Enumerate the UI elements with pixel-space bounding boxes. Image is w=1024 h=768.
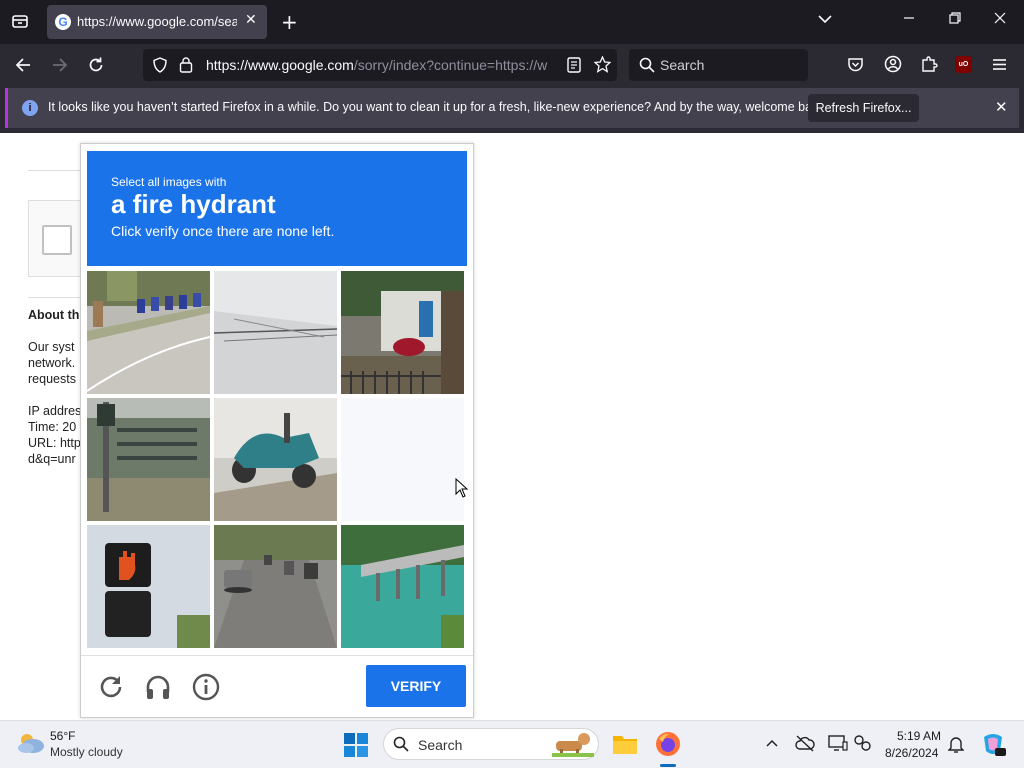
captcha-tile-8[interactable] [214,525,337,648]
page-text-line: Time: 20 [28,420,77,434]
close-window-icon[interactable] [993,10,1007,30]
back-icon[interactable] [14,56,32,78]
search-bar[interactable]: Search [629,49,808,81]
page-text-line: Our syst [28,340,75,354]
mouse-cursor-icon [455,477,469,502]
onedrive-offline-icon[interactable] [795,734,815,756]
recaptcha-checkbox[interactable] [42,225,72,255]
tab-bar: G https://www.google.com/search ✕ + [0,0,1024,44]
captcha-tile-1[interactable] [87,271,210,394]
captcha-tile-9[interactable] [341,525,464,648]
verify-button[interactable]: VERIFY [366,665,466,707]
taskbar-search-label: Search [418,737,463,753]
page-text-line: requests [28,372,76,386]
search-placeholder: Search [660,57,705,73]
navigation-toolbar: https://www.google.com/sorry/index?conti… [0,44,1024,86]
minimize-icon[interactable] [902,10,916,30]
page-text-line: URL: http [28,436,80,450]
challenge-target: a fire hydrant [111,189,276,219]
url-domain: https://www.google.com [206,57,354,73]
tab-list-icon[interactable] [11,12,29,35]
active-app-indicator [660,764,676,767]
page-divider [28,170,80,171]
google-favicon-icon: G [55,14,71,30]
weather-cloud-icon[interactable] [16,731,46,759]
help-info-icon[interactable] [191,672,221,702]
notifications-bell-icon[interactable] [947,735,965,757]
footer-divider [81,655,473,656]
captcha-tile-5[interactable] [214,398,337,521]
page-text-line: network. [28,356,76,370]
page-divider [28,297,80,298]
extensions-puzzle-icon[interactable] [920,55,938,77]
windows-start-icon[interactable] [344,733,368,761]
firefox-taskbar-icon[interactable] [655,731,681,761]
restore-icon[interactable] [948,10,962,30]
bookmark-star-icon[interactable] [593,55,612,77]
captcha-tile-6[interactable] [341,398,464,521]
captcha-tile-3[interactable] [341,271,464,394]
tracking-protection-shield-icon[interactable] [152,57,168,77]
audio-challenge-headphones-icon[interactable] [143,672,173,702]
reload-icon[interactable] [87,56,105,78]
clock-date[interactable]: 8/26/2024 [885,746,938,760]
page-text-line: d&q=unr [28,452,76,466]
weather-description[interactable]: Mostly cloudy [50,745,123,759]
url-path: /sorry/index?continue=https://w [353,57,548,73]
windows-taskbar: 56°F Mostly cloudy Search 5:19 AM 8/26/2… [0,720,1024,768]
refresh-firefox-button[interactable]: Refresh Firefox... [808,94,919,122]
clock-time[interactable]: 5:19 AM [897,729,941,743]
hamburger-menu-icon[interactable] [991,56,1008,77]
search-icon [393,736,409,756]
tab-title: https://www.google.com/search [77,14,237,29]
captcha-tile-4[interactable] [87,398,210,521]
account-icon[interactable] [884,55,902,77]
copilot-icon[interactable] [980,731,1006,761]
notification-message: It looks like you haven’t started Firefo… [48,100,829,114]
file-explorer-icon[interactable] [612,733,638,759]
url-bar[interactable]: https://www.google.com/sorry/index?conti… [143,49,617,81]
search-icon [639,57,655,77]
list-all-tabs-icon[interactable] [818,11,832,31]
lock-icon[interactable] [179,56,193,77]
about-heading: About th [28,308,80,322]
challenge-header: Select all images with a fire hydrant Cl… [87,151,467,266]
weather-temperature[interactable]: 56°F [50,729,75,743]
taskbar-search-box[interactable]: Search [383,728,599,760]
network-settings-icon[interactable] [853,734,873,756]
notification-close-icon[interactable]: ✕ [995,98,1008,116]
instruction-line: Select all images with [111,175,227,189]
reload-challenge-icon[interactable] [96,672,126,702]
info-icon: i [22,100,38,116]
search-highlight-icon [552,731,594,761]
instruction-line: Click verify once there are none left. [111,223,335,239]
tab-close-icon[interactable]: ✕ [245,12,257,28]
reader-view-icon[interactable] [567,57,581,77]
page-text-line: IP addres [28,404,80,418]
ublock-origin-icon[interactable]: uO [955,56,972,73]
refresh-firefox-notification: i It looks like you haven’t started Fire… [5,88,1019,128]
captcha-tile-2[interactable] [214,271,337,394]
recaptcha-challenge-popup: Select all images with a fire hydrant Cl… [80,143,474,718]
forward-icon[interactable] [51,56,69,78]
new-tab-icon[interactable]: + [281,10,298,34]
display-settings-icon[interactable] [828,734,848,756]
show-hidden-icons-chevron-icon[interactable] [765,735,779,754]
url-text[interactable]: https://www.google.com/sorry/index?conti… [206,57,556,73]
active-tab[interactable]: G https://www.google.com/search ✕ [47,5,267,39]
captcha-tile-7[interactable] [87,525,210,648]
recaptcha-widget-box [28,200,80,277]
pocket-icon[interactable] [847,56,864,77]
